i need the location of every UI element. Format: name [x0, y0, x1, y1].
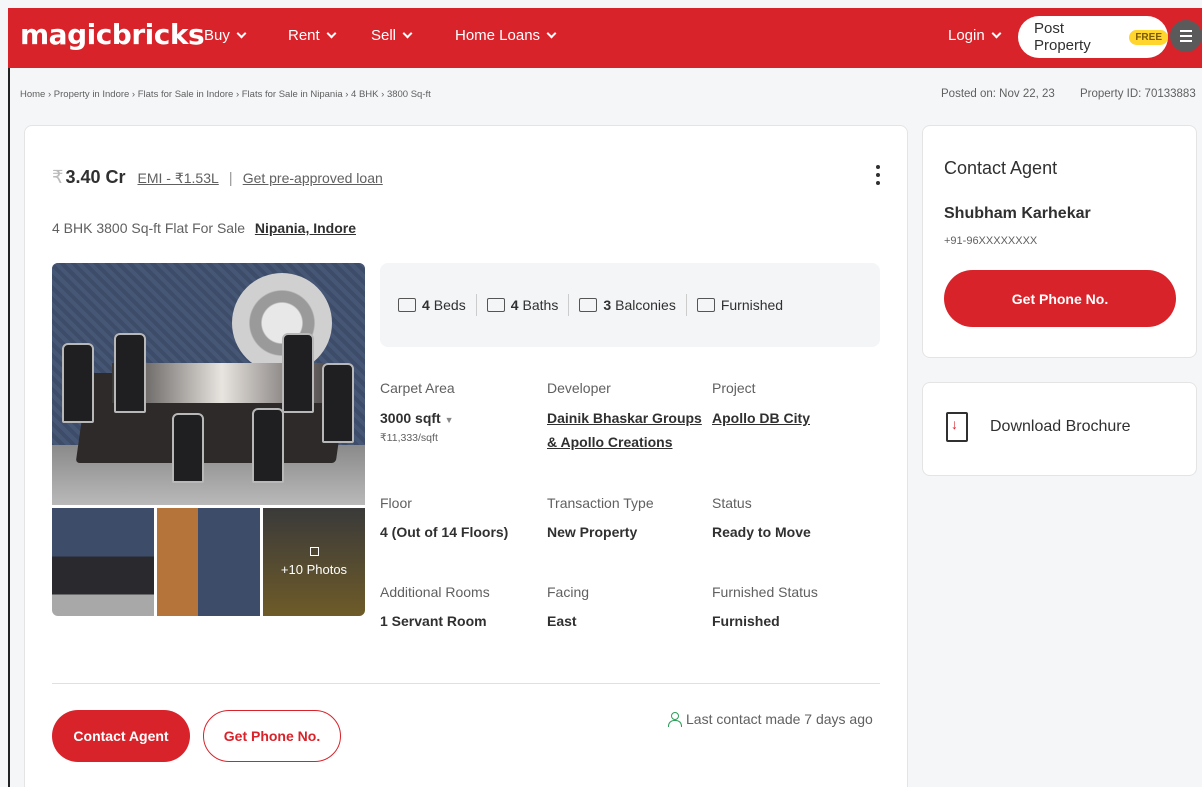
more-photos-label: +10 Photos	[280, 562, 348, 577]
person-icon	[668, 712, 682, 727]
balconies-label: Balconies	[615, 297, 676, 313]
developer-link-line2[interactable]: & Apollo Creations	[547, 434, 673, 450]
price-row: ₹3.40 Cr EMI - ₹1.53L | Get pre-approved…	[52, 167, 383, 188]
emi-link[interactable]: EMI - ₹1.53L	[138, 170, 219, 187]
location-link[interactable]: Nipania, Indore	[255, 220, 356, 236]
floor-value: 4 (Out of 14 Floors)	[380, 524, 509, 540]
status-value: Ready to Move	[712, 524, 811, 540]
furnished-status-label: Furnished Status	[712, 584, 818, 600]
project-link[interactable]: Apollo DB City	[712, 410, 810, 426]
furnished-status-value: Furnished	[712, 613, 780, 629]
currency-symbol: ₹	[52, 167, 64, 187]
post-property-button[interactable]: Post Property FREE	[1018, 16, 1168, 58]
last-contact-text: Last contact made 7 days ago	[686, 711, 873, 727]
breadcrumb[interactable]: Home › Property in Indore › Flats for Sa…	[20, 89, 431, 100]
carpet-area-value[interactable]: 3000 sqft ▼	[380, 410, 454, 426]
login-label: Login	[948, 27, 985, 44]
carpet-area-label: Carpet Area	[380, 380, 455, 396]
balcony-icon	[579, 298, 598, 312]
pre-approved-loan-link[interactable]: Get pre-approved loan	[243, 170, 383, 186]
chevron-down-icon	[326, 28, 337, 39]
caret-down-icon: ▼	[444, 415, 454, 425]
beds-amenity: 4 Beds	[398, 297, 466, 313]
nav-rent[interactable]: Rent	[288, 27, 337, 44]
project-label: Project	[712, 380, 756, 396]
main-property-photo[interactable]	[52, 263, 365, 505]
download-pdf-icon	[946, 412, 968, 442]
furnished-label: Furnished	[720, 297, 784, 313]
amenities-bar: 4 Beds 4 Baths 3 Balconies Furnished	[380, 263, 880, 347]
additional-rooms-label: Additional Rooms	[380, 584, 490, 600]
facing-value: East	[547, 613, 577, 629]
listing-title: 4 BHK 3800 Sq-ft Flat For Sale Nipania, …	[52, 220, 356, 236]
beds-label: Beds	[433, 297, 466, 313]
balconies-count: 3	[603, 297, 612, 313]
more-photos-overlay[interactable]: +10 Photos	[263, 508, 365, 616]
balconies-amenity: 3 Balconies	[579, 297, 676, 313]
agent-phone: +91-96XXXXXXXX	[944, 235, 1038, 247]
contact-agent-heading: Contact Agent	[944, 158, 1058, 178]
developer-link-line1[interactable]: Dainik Bhaskar Groups	[547, 410, 702, 426]
agent-name: Shubham Karhekar	[944, 205, 1091, 222]
login-menu[interactable]: Login	[948, 27, 1002, 44]
developer-label: Developer	[547, 380, 611, 396]
get-phone-button[interactable]: Get Phone No.	[203, 710, 341, 762]
baths-count: 4	[510, 297, 519, 313]
chevron-down-icon	[991, 28, 1002, 39]
chevron-down-icon	[236, 28, 247, 39]
furniture-icon	[696, 298, 715, 312]
photo-thumbnail-1[interactable]	[52, 508, 154, 616]
price-separator: |	[228, 170, 233, 187]
nav-sell-label: Sell	[371, 27, 397, 44]
download-brochure-label[interactable]: Download Brochure	[990, 418, 1131, 436]
chevron-down-icon	[546, 28, 557, 39]
transaction-type-label: Transaction Type	[547, 495, 654, 511]
contact-agent-button[interactable]: Contact Agent	[52, 710, 190, 762]
free-badge: FREE	[1129, 29, 1168, 45]
nav-sell[interactable]: Sell	[371, 27, 413, 44]
beds-count: 4	[422, 297, 430, 313]
hamburger-menu-icon[interactable]	[1170, 20, 1202, 52]
floor-label: Floor	[380, 495, 412, 511]
post-property-label: Post Property	[1034, 20, 1091, 54]
posted-on: Posted on: Nov 22, 23	[941, 88, 1055, 100]
nav-rent-label: Rent	[288, 27, 320, 44]
top-navigation-bar: magicbricks Buy Rent Sell Home Loans Log…	[8, 8, 1202, 68]
listing-title-text: 4 BHK 3800 Sq-ft Flat For Sale	[52, 220, 245, 236]
facing-label: Facing	[547, 584, 590, 600]
page-left-border	[8, 68, 10, 787]
nav-buy-label: Buy	[204, 27, 230, 44]
property-price: ₹3.40 Cr	[52, 167, 126, 188]
status-label: Status	[712, 495, 752, 511]
magicbricks-logo[interactable]: magicbricks	[20, 18, 205, 51]
photo-icon	[309, 547, 319, 556]
price-per-sqft: ₹11,333/sqft	[380, 432, 438, 444]
bath-icon	[486, 298, 505, 312]
baths-amenity: 4 Baths	[486, 297, 559, 313]
nav-home-loans-label: Home Loans	[455, 27, 541, 44]
card-divider	[52, 683, 880, 684]
baths-label: Baths	[522, 297, 559, 313]
furnished-amenity: Furnished	[696, 297, 784, 313]
photo-thumbnail-2[interactable]	[157, 508, 260, 616]
carpet-area-text: 3000 sqft	[380, 410, 441, 426]
price-value: 3.40 Cr	[65, 167, 126, 187]
additional-rooms-value: 1 Servant Room	[380, 613, 487, 629]
more-options-icon[interactable]	[876, 165, 880, 185]
photo-thumbnail-3[interactable]: +10 Photos	[263, 508, 365, 616]
nav-home-loans[interactable]: Home Loans	[455, 27, 557, 44]
property-id: Property ID: 70133883	[1080, 88, 1196, 100]
agent-get-phone-button[interactable]: Get Phone No.	[944, 270, 1176, 327]
chevron-down-icon	[402, 28, 413, 39]
transaction-type-value: New Property	[547, 524, 638, 540]
bed-icon	[398, 298, 416, 312]
nav-buy[interactable]: Buy	[204, 27, 247, 44]
last-contact-info: Last contact made 7 days ago	[668, 711, 873, 727]
